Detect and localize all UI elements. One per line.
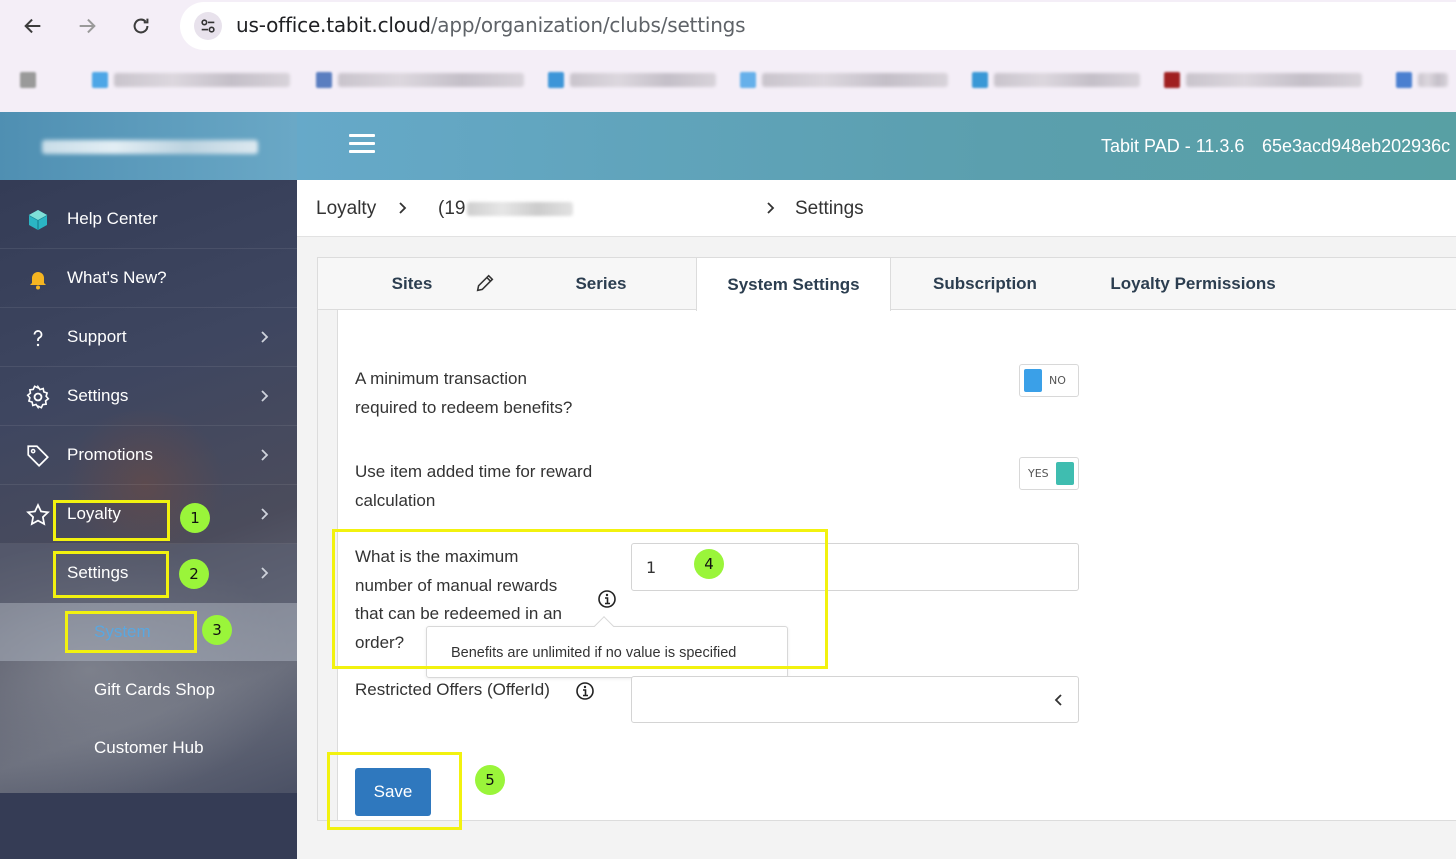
sidebar-item-label: Settings xyxy=(67,386,129,405)
arrow-left-icon xyxy=(24,18,41,34)
sidebar-item-label: Help Center xyxy=(67,209,158,228)
tab-loyalty-permissions[interactable]: Loyalty Permissions xyxy=(1079,258,1307,310)
bookmark-item[interactable] xyxy=(20,70,36,90)
back-button[interactable] xyxy=(15,8,51,44)
breadcrumb-loyalty[interactable]: Loyalty xyxy=(316,198,376,220)
item-added-time-label: Use item added time for reward calculati… xyxy=(355,462,593,510)
sidebar-item-label: What's New? xyxy=(67,268,167,287)
sidebar-item-label: Support xyxy=(67,327,127,346)
chevron-left-icon xyxy=(1054,694,1062,706)
sidebar-item-whats-new[interactable]: What's New? xyxy=(0,249,297,308)
favicon-icon xyxy=(1396,72,1412,88)
chevron-right-icon xyxy=(767,202,775,214)
chevron-right-icon xyxy=(261,449,269,461)
app-build-id: 65e3acd948eb202936c xyxy=(1262,136,1451,156)
favicon-icon xyxy=(972,72,988,88)
bookmark-item[interactable] xyxy=(740,70,948,90)
info-icon[interactable] xyxy=(575,681,595,701)
step-badge: 3 xyxy=(202,615,232,645)
sidebar-subitem-settings[interactable]: Settings xyxy=(0,544,297,603)
app-version: Tabit PAD - 11.3.6 xyxy=(1101,136,1245,156)
favicon-icon xyxy=(548,72,564,88)
reload-icon xyxy=(133,18,149,34)
breadcrumb: Loyalty (19 Settings xyxy=(297,180,1456,237)
min-transaction-toggle[interactable]: NO xyxy=(1019,364,1079,397)
sidebar-item-loyalty[interactable]: Loyalty xyxy=(0,485,297,544)
bookmark-item[interactable] xyxy=(972,70,1140,90)
menu-icon[interactable] xyxy=(349,134,375,154)
sidebar-subitem-system[interactable]: System xyxy=(0,603,297,661)
chevron-right-icon xyxy=(399,202,407,214)
step-badge: 4 xyxy=(694,549,724,579)
breadcrumb-club-redacted xyxy=(467,202,573,216)
restricted-offers-label: Restricted Offers (OfferId) xyxy=(355,680,550,699)
address-bar[interactable]: us-office.tabit.cloud/app/organization/c… xyxy=(180,2,1456,50)
cube-icon xyxy=(24,206,52,234)
org-name-redacted xyxy=(42,140,258,154)
sidebar: Help Center What's New? Support Settings… xyxy=(0,180,297,859)
step-badge: 1 xyxy=(180,503,210,533)
url-host: us-office.tabit.cloud xyxy=(236,13,431,37)
info-icon[interactable] xyxy=(597,589,617,609)
tab-subscription[interactable]: Subscription xyxy=(891,258,1079,310)
sidebar-subitem-gift-cards-shop[interactable]: Gift Cards Shop xyxy=(0,661,297,719)
sidebar-item-label: Promotions xyxy=(67,445,153,464)
chevron-right-icon xyxy=(261,390,269,402)
org-name-area xyxy=(0,112,297,180)
main-content: Sites Series System Settings Subscriptio… xyxy=(297,237,1456,859)
tab-bar: Sites Series System Settings Subscriptio… xyxy=(318,258,1456,311)
bookmark-item[interactable] xyxy=(1396,70,1448,90)
favicon-icon xyxy=(20,72,36,88)
sidebar-subitem-label: Customer Hub xyxy=(94,738,204,757)
forward-button[interactable] xyxy=(69,8,105,44)
min-transaction-label: A minimum transaction required to redeem… xyxy=(355,369,573,417)
sidebar-item-help-center[interactable]: Help Center xyxy=(0,190,297,249)
tag-icon xyxy=(24,442,52,470)
sidebar-item-support[interactable]: Support xyxy=(0,308,297,367)
gear-icon xyxy=(24,383,52,411)
bookmark-item[interactable] xyxy=(548,70,716,90)
breadcrumb-club[interactable]: (19 xyxy=(438,198,465,220)
sidebar-item-settings[interactable]: Settings xyxy=(0,367,297,426)
bell-icon xyxy=(24,265,52,293)
save-button[interactable]: Save xyxy=(355,768,431,816)
url-text: us-office.tabit.cloud/app/organization/c… xyxy=(236,13,746,37)
step-badge: 5 xyxy=(475,765,505,795)
app-header: Tabit PAD - 11.3.6 65e3acd948eb202936c xyxy=(297,112,1456,180)
favicon-icon xyxy=(740,72,756,88)
sidebar-subitem-customer-hub[interactable]: Customer Hub xyxy=(0,719,297,777)
favicon-icon xyxy=(316,72,332,88)
pencil-icon[interactable] xyxy=(474,272,496,294)
favicon-icon xyxy=(1164,72,1180,88)
sidebar-item-promotions[interactable]: Promotions xyxy=(0,426,297,485)
bookmarks-bar xyxy=(0,62,1456,98)
chevron-right-icon xyxy=(261,331,269,343)
chevron-right-icon xyxy=(261,567,269,579)
star-icon xyxy=(24,501,52,529)
restricted-offers-select[interactable] xyxy=(631,676,1079,723)
tab-system-settings[interactable]: System Settings xyxy=(696,258,891,311)
settings-panel: Sites Series System Settings Subscriptio… xyxy=(317,257,1456,821)
tooltip: Benefits are unlimited if no value is sp… xyxy=(426,616,788,678)
sidebar-subitem-label: Settings xyxy=(67,563,129,582)
question-icon xyxy=(24,324,52,352)
site-info-button[interactable] xyxy=(194,12,222,40)
favicon-icon xyxy=(92,72,108,88)
reload-button[interactable] xyxy=(123,8,159,44)
bookmark-item[interactable] xyxy=(92,70,290,90)
url-path: /app/organization/clubs/settings xyxy=(430,13,746,37)
tune-icon xyxy=(201,19,215,33)
browser-chrome: us-office.tabit.cloud/app/organization/c… xyxy=(0,0,1456,112)
tab-series[interactable]: Series xyxy=(506,258,696,310)
breadcrumb-settings: Settings xyxy=(795,198,864,219)
step-badge: 2 xyxy=(179,559,209,589)
item-added-time-toggle[interactable]: YES xyxy=(1019,457,1079,490)
sidebar-subitem-label: Gift Cards Shop xyxy=(94,680,215,699)
bookmark-item[interactable] xyxy=(1164,70,1362,90)
sidebar-subitem-label: System xyxy=(94,622,151,641)
chevron-right-icon xyxy=(261,508,269,520)
sidebar-item-label: Loyalty xyxy=(67,504,121,523)
arrow-right-icon xyxy=(79,18,96,34)
bookmark-item[interactable] xyxy=(316,70,524,90)
